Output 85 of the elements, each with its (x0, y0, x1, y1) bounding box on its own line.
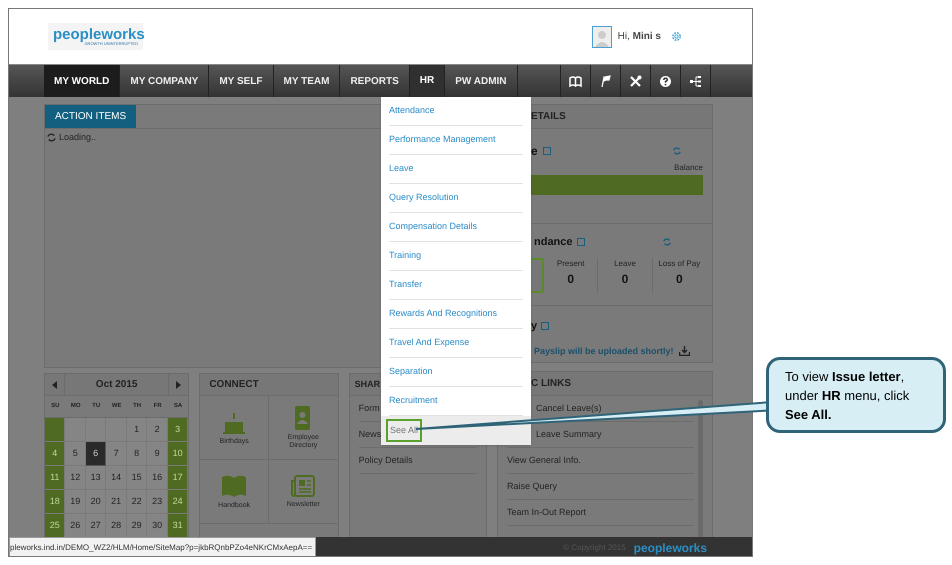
panel-title: SHAR (354, 378, 380, 391)
shared-link[interactable]: Policy Details (358, 448, 477, 474)
calendar-day[interactable]: 1 (126, 418, 148, 442)
nav-tab[interactable]: HR (410, 65, 446, 97)
menu-item[interactable]: Transfer (389, 278, 422, 292)
section-title: e (531, 142, 538, 160)
calendar-day[interactable]: 22 (126, 490, 148, 514)
menu-item[interactable]: Attendance (389, 104, 435, 118)
footer-logo: peopleworks (634, 540, 707, 556)
stat-value: 0 (567, 271, 574, 288)
status-url: pleworks.ind.in/DEMO_WZ2/HLM/Home/SiteMap?p=jkbRQnbPZo4eNKrCMxAepA== (9, 537, 316, 556)
menu-item[interactable]: Travel And Expense (389, 336, 470, 350)
calendar-day[interactable]: 15 (126, 466, 148, 490)
section-title: y (531, 319, 538, 334)
stat-value: 0 (622, 271, 628, 288)
newspaper-icon (291, 474, 316, 496)
quick-link[interactable]: View General Info. (507, 448, 694, 474)
stat-label: Present (556, 258, 584, 270)
panel-title: C LINKS (531, 377, 571, 391)
calendar-day[interactable]: 31 (168, 514, 188, 537)
settings-icon[interactable] (670, 30, 683, 43)
menu-item[interactable]: Leave (389, 162, 414, 176)
help-icon[interactable] (659, 74, 672, 88)
tools-icon[interactable] (629, 74, 642, 88)
book-icon[interactable] (569, 74, 582, 88)
calendar-day[interactable]: 9 (147, 442, 168, 466)
action-items-tab[interactable]: ACTION ITEMS (45, 105, 136, 128)
calendar-day[interactable]: 12 (65, 466, 86, 490)
nav-tab[interactable]: MY WORLD (44, 65, 120, 97)
menu-item[interactable]: Rewards And Recognitions (389, 307, 498, 321)
avatar-icon[interactable] (592, 26, 612, 48)
scrollbar[interactable] (698, 400, 703, 537)
calendar-day[interactable]: 4 (45, 442, 66, 466)
menu-item[interactable]: Recruitment (389, 394, 438, 408)
calendar-day[interactable]: 11 (45, 466, 66, 490)
stat-label: Loss of Pay (658, 258, 700, 270)
calendar-day[interactable]: 10 (168, 442, 188, 466)
calendar-day[interactable]: 14 (106, 466, 127, 490)
section-title: ndance (534, 234, 573, 250)
calendar-day[interactable]: 6 (86, 442, 106, 466)
quick-link[interactable]: Raise Query (507, 474, 694, 500)
calendar-day[interactable]: 29 (126, 514, 148, 537)
calendar-day[interactable]: 19 (65, 490, 86, 514)
calendar-day[interactable]: 18 (45, 490, 66, 514)
calendar-day[interactable]: 20 (86, 490, 106, 514)
menu-item[interactable]: Separation (389, 365, 433, 379)
calendar-day[interactable]: 8 (126, 442, 148, 466)
calendar-day[interactable]: 17 (168, 466, 188, 490)
calendar-day[interactable]: 7 (106, 442, 127, 466)
caret-right-icon (176, 380, 182, 388)
sitemap-icon[interactable] (689, 74, 702, 88)
book-icon (221, 474, 248, 498)
user-greeting: Hi, Mini s (618, 30, 661, 44)
calendar-day[interactable]: 28 (106, 514, 127, 537)
panel-title: ETAILS (531, 110, 566, 124)
download-icon[interactable] (678, 346, 690, 356)
loading-text: Loading.. (59, 131, 96, 144)
calendar-day[interactable]: 30 (147, 514, 168, 537)
calendar-day[interactable]: 23 (147, 490, 168, 514)
calendar-day[interactable]: 5 (65, 442, 86, 466)
calendar-day[interactable]: 21 (106, 490, 127, 514)
month-label: Oct 2015 (94, 378, 138, 392)
menu-item[interactable]: Query Resolution (389, 191, 459, 205)
stat-value: 0 (676, 271, 683, 288)
calendar-day[interactable]: 2 (147, 418, 168, 442)
calendar-day[interactable]: 24 (168, 490, 188, 514)
calendar-day[interactable]: 26 (65, 514, 86, 537)
calendar-day[interactable]: 16 (147, 466, 168, 490)
caret-left-icon (52, 380, 57, 388)
refresh-icon (47, 133, 56, 142)
quick-link[interactable]: Team In-Out Report (507, 500, 694, 526)
flags-icon[interactable] (599, 74, 612, 88)
payslip-message: Payslip will be uploaded shortly! (534, 344, 674, 358)
callout-box: To view Issue letter, under HR menu, click See All. (766, 357, 946, 433)
contact-book-icon (294, 406, 312, 430)
calendar-day[interactable]: 25 (45, 514, 66, 537)
menu-item[interactable]: Compensation Details (389, 220, 478, 234)
calendar-day[interactable]: 13 (86, 466, 106, 490)
column-header: Balance (674, 162, 704, 174)
stat-label: Leave (614, 258, 636, 270)
calendar-day[interactable]: 27 (86, 514, 106, 537)
panel-title: CONNECT (209, 378, 259, 392)
menu-item[interactable]: Training (389, 249, 422, 263)
menu-item[interactable]: Performance Management (389, 133, 496, 147)
calendar-day[interactable]: 3 (168, 418, 188, 442)
